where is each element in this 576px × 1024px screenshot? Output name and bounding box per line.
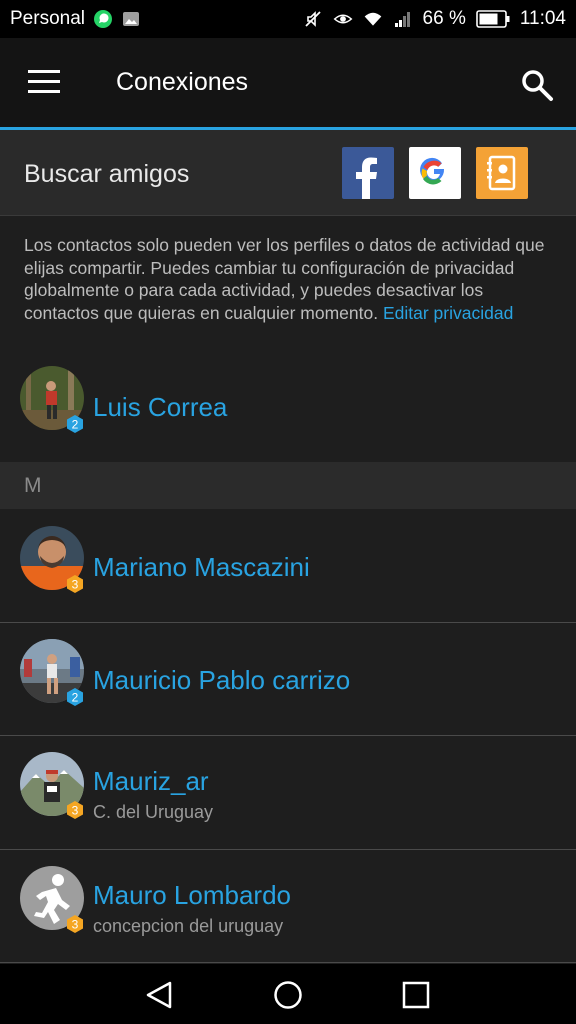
status-bar: Personal 66 % 11:04 — [0, 0, 576, 38]
contact-row[interactable]: 3 Mauro Lombardo concepcion del uruguay — [0, 850, 576, 962]
app-bar: Conexiones — [0, 38, 576, 127]
gallery-icon — [123, 12, 139, 26]
wifi-icon — [364, 12, 381, 26]
home-icon[interactable] — [272, 979, 304, 1011]
level-badge: 2 — [67, 415, 83, 433]
contact-row[interactable]: 3 Mariano Mascazini — [0, 510, 576, 622]
section-letter: M — [24, 474, 42, 497]
level-badge: 3 — [67, 575, 83, 593]
carrier-name: Personal — [10, 8, 85, 29]
level-badge: 2 — [67, 688, 83, 706]
battery-icon — [476, 10, 510, 28]
contact-name: Mariano Mascazini — [93, 552, 310, 582]
contact-name: Mauriz_ar — [93, 766, 209, 796]
system-navigation-bar — [0, 964, 576, 1024]
signal-icon — [394, 12, 410, 27]
mute-icon — [304, 11, 321, 27]
find-friends-row: Buscar amigos — [0, 130, 576, 216]
back-icon[interactable] — [143, 980, 175, 1010]
contact-name: Mauro Lombardo — [93, 880, 291, 910]
clock: 11:04 — [519, 8, 566, 29]
level-number: 2 — [72, 691, 79, 705]
battery-percent: 66 % — [422, 8, 466, 29]
contact-row[interactable]: 2 Mauricio Pablo carrizo — [0, 623, 576, 735]
level-number: 3 — [72, 804, 79, 818]
hamburger-menu-icon[interactable] — [28, 70, 60, 94]
eye-icon — [333, 14, 353, 24]
level-number: 3 — [72, 918, 79, 932]
edit-privacy-link[interactable]: Editar privacidad — [383, 303, 513, 323]
contact-location: C. del Uruguay — [93, 802, 214, 822]
facebook-button[interactable] — [342, 147, 394, 199]
divider — [0, 962, 576, 963]
contact-name: Luis Correa — [93, 392, 228, 422]
contact-row[interactable]: 3 Mauriz_ar C. del Uruguay — [0, 736, 576, 848]
google-icon — [420, 157, 445, 185]
level-number: 3 — [72, 578, 79, 592]
google-button[interactable] — [409, 147, 461, 199]
search-icon[interactable] — [520, 68, 554, 102]
recent-apps-icon[interactable] — [402, 981, 430, 1009]
privacy-notice: Los contactos solo pueden ver los perfil… — [24, 234, 554, 324]
facebook-icon — [356, 157, 377, 199]
whatsapp-icon — [94, 10, 112, 28]
find-friends-label: Buscar amigos — [24, 160, 190, 188]
section-header: M — [0, 462, 576, 509]
level-badge: 3 — [67, 801, 83, 819]
contact-row[interactable]: 2 Luis Correa — [0, 360, 576, 460]
contact-location: concepcion del uruguay — [93, 916, 284, 936]
level-badge: 3 — [67, 915, 83, 933]
contacts-button[interactable] — [476, 147, 528, 199]
page-title: Conexiones — [116, 68, 249, 96]
contact-name: Mauricio Pablo carrizo — [93, 665, 351, 695]
contacts-icon — [487, 155, 516, 191]
level-number: 2 — [72, 418, 79, 432]
